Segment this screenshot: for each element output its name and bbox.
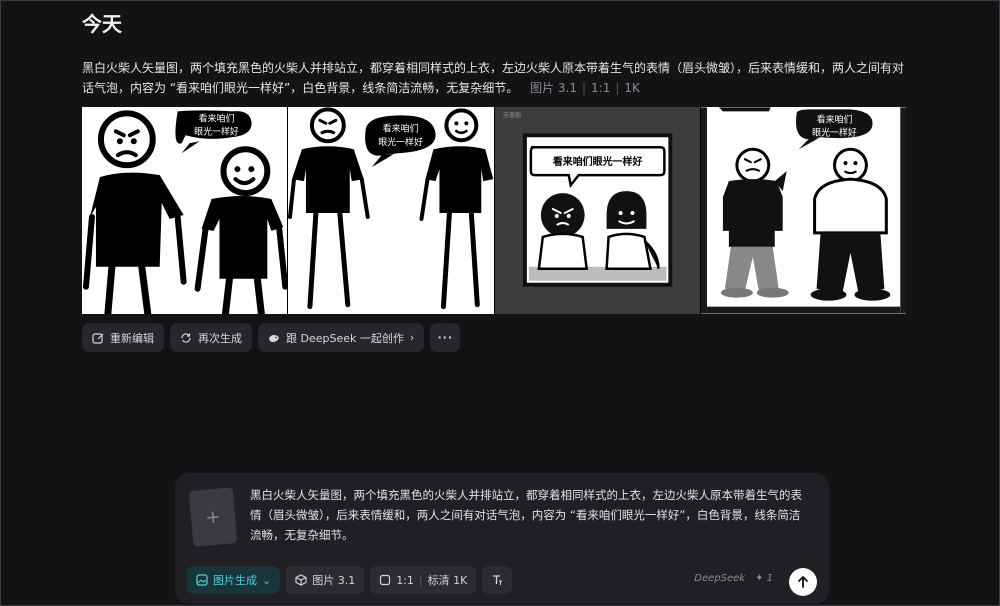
generated-image-3[interactable]: 示意图 看来咱们眼光一样好 <box>494 107 700 314</box>
generated-images: 看来咱们 眼光一样好 看来咱们 眼光一样好 示意图 看来咱们眼光一样好 看来咱们… <box>82 107 906 314</box>
stickman-image-2: 看来咱们 眼光一样好 <box>288 107 494 310</box>
composer-toolbar: 图片生成 ⌄ 图片 3.1 1:1 | 标清 1K <box>187 566 513 594</box>
credits: ✦ 1 <box>755 573 773 584</box>
bubble-text-4a: 看来咱们 <box>816 113 852 125</box>
bubble-text-2b: 眼光一样好 <box>378 136 423 148</box>
separator: | <box>418 573 423 587</box>
prompt-quality: 1K <box>624 81 640 95</box>
prompt-ratio: 1:1 <box>591 81 611 95</box>
ratio-label: 1:1 <box>396 573 414 587</box>
composer-input[interactable]: 黑白火柴人矢量图，两个填充黑色的火柴人并排站立，都穿着相同样式的上衣，左边火柴人… <box>250 485 810 545</box>
mode-label: 图片生成 <box>213 574 257 587</box>
image-gen-icon <box>196 574 208 586</box>
cube-icon <box>295 574 307 586</box>
send-button[interactable] <box>789 568 817 596</box>
day-title: 今天 <box>82 12 122 36</box>
more-button[interactable]: ··· <box>430 323 461 352</box>
generated-image-4[interactable]: 看来咱们 眼光一样好 <box>700 107 906 314</box>
reedit-label: 重新编辑 <box>110 331 154 345</box>
bubble-text-3: 看来咱们眼光一样好 <box>552 155 642 168</box>
model-label: 图片 3.1 <box>312 574 356 587</box>
reedit-button[interactable]: 重新编辑 <box>82 323 164 352</box>
stickman-image-3: 示意图 看来咱们眼光一样好 <box>502 111 672 287</box>
composer: + 黑白火柴人矢量图，两个填充黑色的火柴人并排站立，都穿着相同样式的上衣，左边火… <box>175 473 829 604</box>
credits-count: 1 <box>766 573 773 584</box>
edit-icon <box>92 332 104 344</box>
mode-select[interactable]: 图片生成 ⌄ <box>187 566 281 594</box>
co-create-button[interactable]: 跟 DeepSeek 一起创作 › <box>258 323 425 352</box>
stickman-image-1: 看来咱们 眼光一样好 <box>82 110 288 314</box>
deepseek-whale-icon <box>269 334 279 342</box>
chevron-down-icon: ⌄ <box>262 573 272 587</box>
bubble-text-1a: 看来咱们 <box>199 112 235 124</box>
ratio-square-icon <box>380 574 391 586</box>
plus-icon: + <box>204 505 222 529</box>
text-format-icon <box>493 575 503 585</box>
generated-image-2[interactable]: 看来咱们 眼光一样好 <box>288 107 494 314</box>
regenerate-label: 再次生成 <box>198 331 242 345</box>
generated-image-1[interactable]: 看来咱们 眼光一样好 <box>82 107 288 314</box>
more-icon: ··· <box>437 331 454 344</box>
bubble-text-2a: 看来咱们 <box>383 122 419 134</box>
bubble-text-1b: 眼光一样好 <box>194 125 239 137</box>
text-style-button[interactable] <box>482 566 513 594</box>
refresh-icon <box>181 332 191 343</box>
stickman-image-4: 看来咱们 眼光一样好 <box>700 107 906 314</box>
quality-label: 标清 1K <box>427 574 468 587</box>
regenerate-button[interactable]: 再次生成 <box>170 323 252 352</box>
prompt-text-block: 黑白火柴人矢量图，两个填充黑色的火柴人并排站立，都穿着相同样式的上衣，左边火柴人… <box>82 58 912 98</box>
deepseek-logo: DeepSeek <box>694 573 746 584</box>
image-actions: 重新编辑 再次生成 跟 DeepSeek 一起创作 › ··· <box>82 323 461 352</box>
prompt-model: 图片 3.1 <box>530 81 577 95</box>
prompt-meta: 图片 3.1 | 1:1 | 1K <box>530 81 640 95</box>
upload-thumbnail[interactable]: + <box>188 487 238 547</box>
arrow-up-icon <box>798 576 808 588</box>
ratio-quality-select[interactable]: 1:1 | 标清 1K <box>370 566 477 594</box>
co-create-label: 跟 DeepSeek 一起创作 <box>286 331 404 345</box>
image-tag: 示意图 <box>502 111 520 119</box>
bubble-text-4b: 眼光一样好 <box>812 126 857 138</box>
chevron-right-icon: › <box>409 331 415 344</box>
model-select[interactable]: 图片 3.1 <box>286 566 365 594</box>
brand-info: DeepSeek ✦ 1 <box>694 573 773 584</box>
prompt-text: 黑白火柴人矢量图，两个填充黑色的火柴人并排站立，都穿着相同样式的上衣，左边火柴人… <box>82 61 905 95</box>
